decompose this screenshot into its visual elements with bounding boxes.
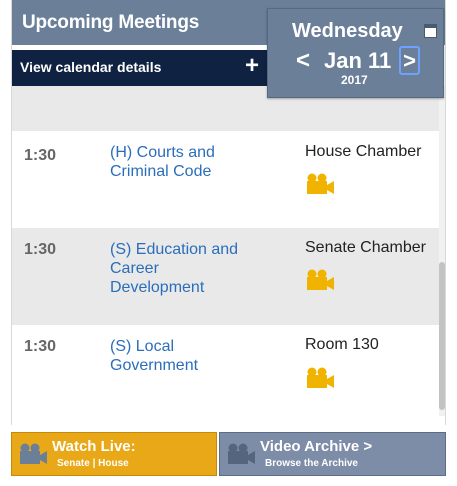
date-navigator: Wednesday < Jan 11 > 2017 <box>267 8 444 98</box>
current-date: Jan 11 <box>324 48 392 73</box>
view-calendar-details-link[interactable]: View calendar details <box>20 59 161 75</box>
video-archive-button[interactable]: Video Archive > Browse the Archive <box>219 432 446 476</box>
current-year: 2017 <box>341 73 368 87</box>
meeting-time: 1:30 <box>24 147 57 164</box>
view-calendar-details-bar[interactable]: View calendar details + <box>12 50 269 86</box>
next-day-button[interactable]: > <box>399 46 420 75</box>
meeting-list: 1:30 (H) Courts and Criminal Code House … <box>12 86 445 416</box>
video-archive-sublabel: Browse the Archive <box>265 458 358 469</box>
meeting-room: House Chamber <box>305 143 422 160</box>
meeting-time: 1:30 <box>24 338 57 355</box>
table-row: 1:30 (S) Local Government Room 130 <box>12 325 439 416</box>
plus-icon[interactable]: + <box>245 54 259 78</box>
watch-live-button[interactable]: Watch Live: Senate | House <box>11 432 217 476</box>
weekday-label: Wednesday <box>292 20 403 42</box>
meeting-list-scrollbar[interactable] <box>439 86 445 416</box>
meeting-name-link[interactable]: (S) Education and Career Development <box>110 240 255 297</box>
video-camera-icon <box>20 443 47 464</box>
video-camera-icon[interactable] <box>305 366 335 390</box>
meeting-name-link[interactable]: (S) Local Government <box>110 337 255 375</box>
watch-live-label: Watch Live: <box>52 438 136 455</box>
table-row: 1:30 (H) Courts and Criminal Code House … <box>12 131 439 228</box>
meeting-time: 1:30 <box>24 241 57 258</box>
video-camera-icon[interactable] <box>305 268 335 292</box>
meeting-room: Room 130 <box>305 336 379 353</box>
calendar-icon[interactable] <box>424 24 437 38</box>
video-archive-label: Video Archive > <box>260 438 373 455</box>
scrollbar-thumb[interactable] <box>439 262 445 410</box>
meeting-room: Senate Chamber <box>305 239 426 256</box>
previous-day-button[interactable]: < <box>296 47 310 75</box>
widget-title: Upcoming Meetings <box>22 12 200 33</box>
video-camera-icon[interactable] <box>305 172 335 196</box>
meeting-name-link[interactable]: (H) Courts and Criminal Code <box>110 143 255 181</box>
table-row: 1:30 (S) Education and Career Developmen… <box>12 228 439 325</box>
video-camera-icon <box>228 443 255 464</box>
watch-live-sublabel[interactable]: Senate | House <box>57 458 129 469</box>
